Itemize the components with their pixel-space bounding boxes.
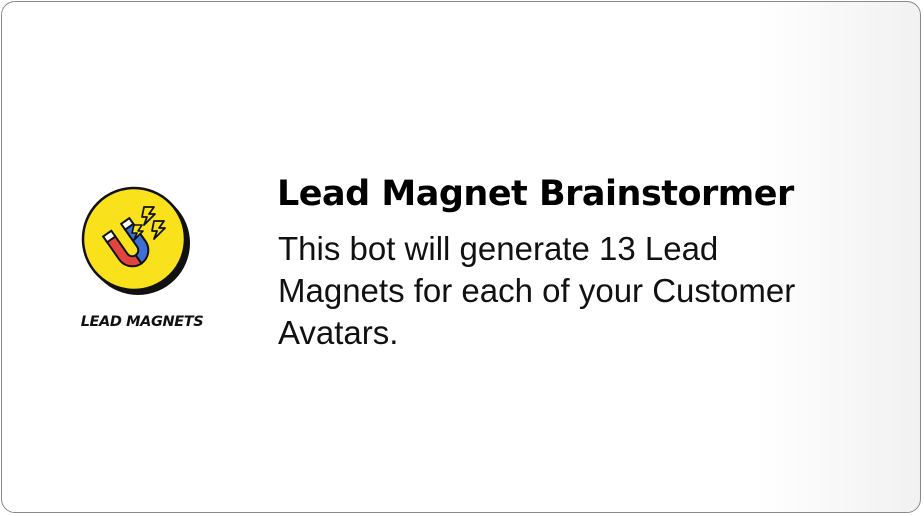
description-line: This bot will generate 13 Lead [278,230,719,267]
bot-description: This bot will generate 13 Lead Magnets f… [278,228,878,354]
description-line: Magnets for each of your Customer [278,272,796,309]
bot-title: Lead Magnet Brainstormer [277,174,794,214]
description-line: Avatars. [278,314,399,351]
magnet-icon [81,186,190,295]
bot-card[interactable]: LEAD MAGNETS Lead Magnet Brainstormer Th… [1,1,921,513]
logo-text: LEAD MAGNETS [80,314,204,330]
lead-magnets-logo: LEAD MAGNETS [66,185,218,335]
